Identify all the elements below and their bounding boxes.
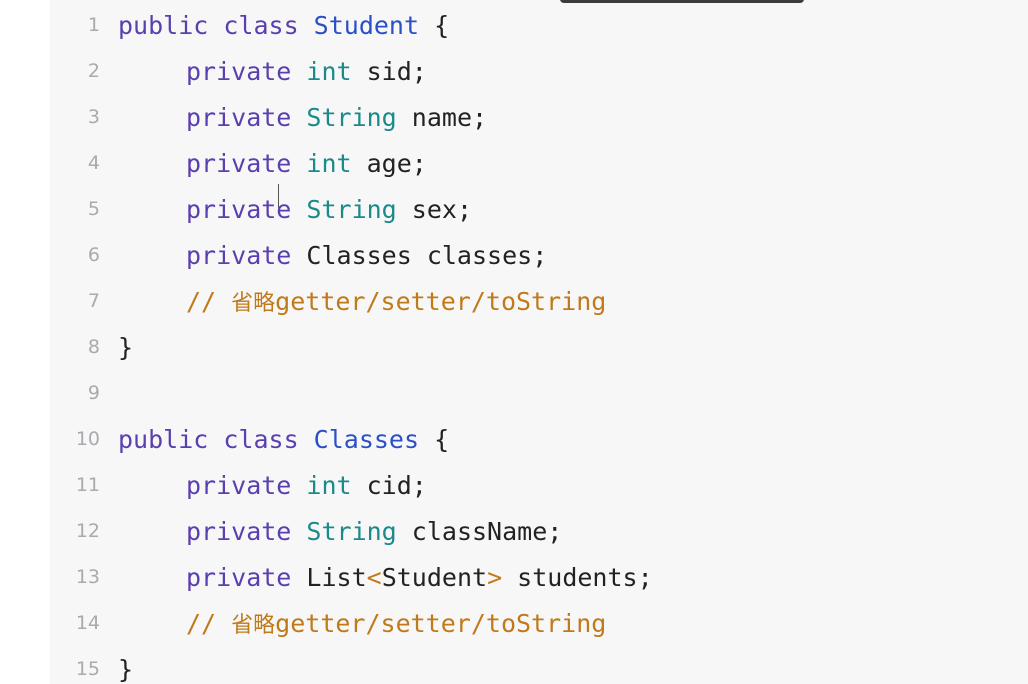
code-token: private — [186, 194, 307, 224]
code-line: 7 // 省略getter/setter/toString — [50, 278, 1028, 324]
line-number: 12 — [75, 520, 100, 542]
code-line: 1 public class Student { — [50, 2, 1028, 48]
code-token: // — [186, 609, 232, 638]
code-text: private int sid; — [118, 57, 427, 86]
code-token: 省略 — [231, 613, 276, 638]
code-line: 6 private Classes classes; — [50, 232, 1028, 278]
code-token: Student — [381, 562, 488, 592]
code-text: private int age; — [118, 149, 427, 178]
code-line: 2 private int sid; — [50, 48, 1028, 94]
code-token: Classes classes; — [306, 240, 548, 270]
line-number: 2 — [87, 60, 100, 82]
code-text: private String className; — [118, 517, 562, 546]
code-token: > — [487, 562, 503, 592]
code-text: } — [118, 333, 133, 362]
code-line: 12 private String className; — [50, 508, 1028, 554]
code-token: 省略 — [231, 291, 276, 316]
code-text: private List<Student> students; — [118, 563, 653, 592]
code-text: // 省略getter/setter/toString — [118, 285, 606, 317]
code-line: 13 private List<Student> students; — [50, 554, 1028, 600]
code-token: private — [186, 240, 307, 270]
code-token: sid; — [351, 56, 427, 86]
code-text: // 省略getter/setter/toString — [118, 607, 606, 639]
code-text: private int cid; — [118, 471, 427, 500]
code-token: { — [419, 424, 450, 454]
code-line: 11 private int cid; — [50, 462, 1028, 508]
code-line: 5 private String sex; — [50, 186, 1028, 232]
code-token: int — [306, 470, 352, 500]
code-line: 10 public class Classes { — [50, 416, 1028, 462]
code-token: String — [306, 102, 397, 132]
code-token: className; — [396, 516, 563, 546]
code-token: String — [306, 194, 397, 224]
line-number: 7 — [87, 290, 100, 312]
code-token: private — [186, 516, 307, 546]
code-token: getter/setter/toString — [275, 609, 607, 638]
code-token: age; — [351, 148, 427, 178]
line-number: 13 — [75, 566, 100, 588]
line-number: 1 — [87, 14, 100, 36]
line-number: 8 — [87, 336, 100, 358]
code-token: private — [186, 470, 307, 500]
code-token: < — [366, 562, 382, 592]
code-token: List — [306, 562, 367, 592]
line-number: 15 — [75, 658, 100, 680]
code-token: { — [419, 10, 450, 40]
code-viewer: 1 public class Student {2 private int sid;… — [0, 0, 1028, 684]
code-token: private — [186, 148, 307, 178]
code-token: getter/setter/toString — [275, 287, 607, 316]
code-token: students; — [502, 562, 653, 592]
code-block[interactable]: 1 public class Student {2 private int sid;… — [50, 0, 1028, 684]
code-token: } — [118, 654, 134, 684]
code-token: int — [306, 148, 352, 178]
code-token: int — [306, 56, 352, 86]
code-text: private Classes classes; — [118, 241, 547, 270]
line-number: 10 — [75, 428, 100, 450]
code-token: private — [186, 56, 307, 86]
line-number: 9 — [87, 382, 100, 404]
line-number: 6 — [87, 244, 100, 266]
code-text: public class Student { — [118, 11, 449, 40]
code-token: // — [186, 287, 232, 316]
code-token: cid; — [351, 470, 427, 500]
code-token: Classes — [313, 424, 420, 454]
code-text: private String name; — [118, 103, 487, 132]
code-token: sex; — [396, 194, 472, 224]
code-line: 14 // 省略getter/setter/toString — [50, 600, 1028, 646]
code-text: } — [118, 655, 133, 684]
line-number: 5 — [87, 198, 100, 220]
code-token: private — [186, 102, 307, 132]
code-token: } — [118, 332, 134, 362]
code-token: name; — [396, 102, 488, 132]
code-text: private String sex; — [118, 195, 472, 224]
text-cursor-icon — [278, 184, 281, 208]
code-line: 15} — [50, 646, 1028, 684]
code-line: 9 — [50, 370, 1028, 416]
code-text: public class Classes { — [118, 425, 449, 454]
code-line: 8} — [50, 324, 1028, 370]
code-token: private — [186, 562, 307, 592]
line-number: 3 — [87, 106, 100, 128]
code-line: 4 private int age; — [50, 140, 1028, 186]
code-line: 3 private String name; — [50, 94, 1028, 140]
code-token: Student — [313, 10, 420, 40]
code-token: public class — [118, 10, 314, 40]
code-token: String — [306, 516, 397, 546]
line-number: 14 — [75, 612, 100, 634]
line-number: 11 — [75, 474, 100, 496]
code-token: public class — [118, 424, 314, 454]
line-number: 4 — [87, 152, 100, 174]
